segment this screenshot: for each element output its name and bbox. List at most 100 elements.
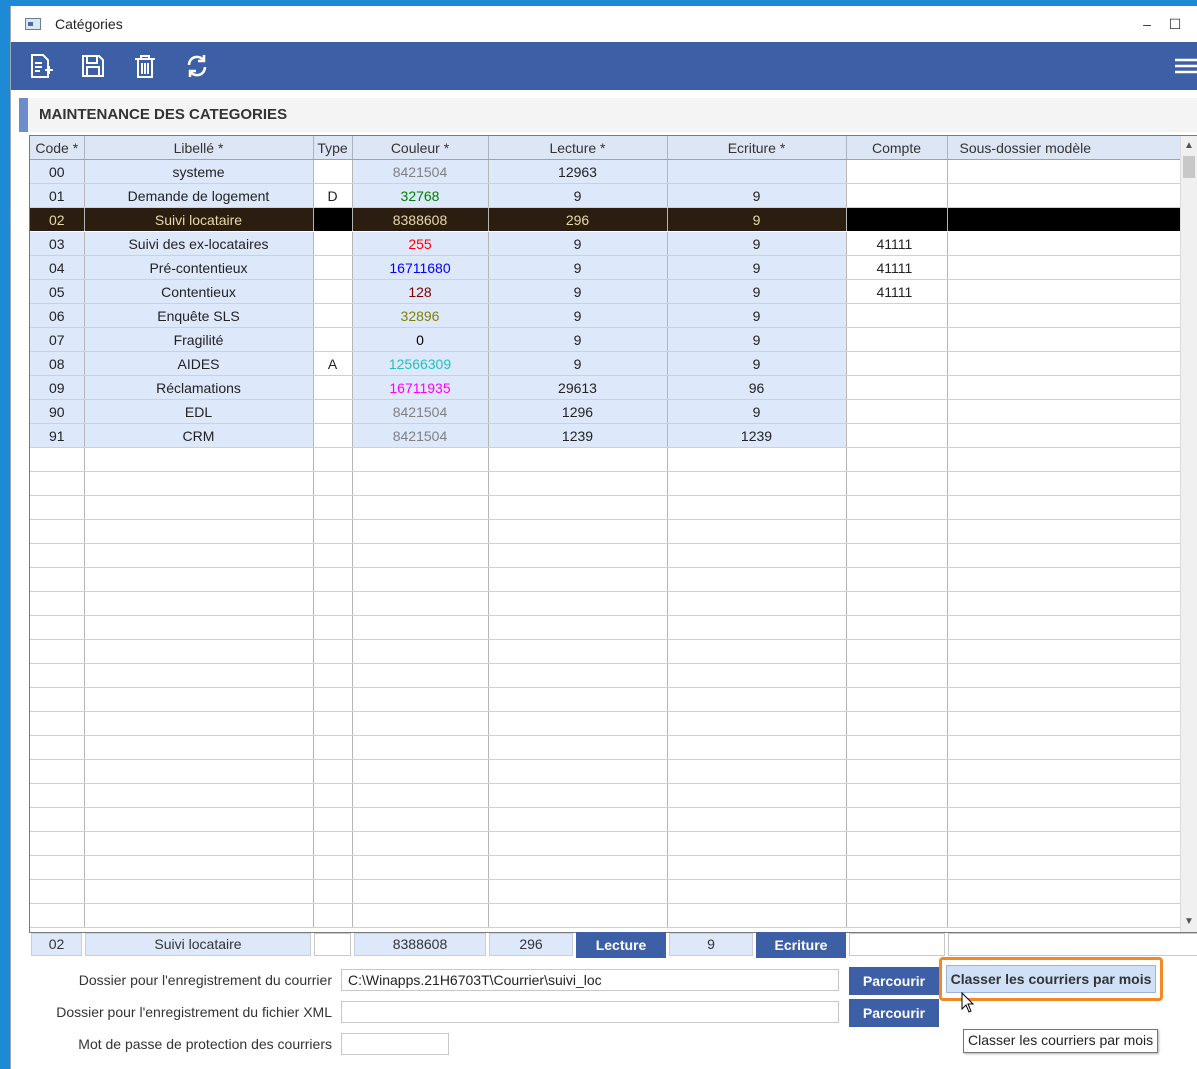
empty-cell[interactable] <box>488 615 668 640</box>
empty-cell[interactable] <box>667 447 847 472</box>
cell-libelle[interactable]: systeme <box>84 159 314 184</box>
empty-cell[interactable] <box>30 831 85 856</box>
cell-compte[interactable] <box>846 183 948 208</box>
empty-row[interactable] <box>30 903 1183 928</box>
cell-code[interactable]: 02 <box>30 207 85 232</box>
empty-cell[interactable] <box>352 543 489 568</box>
empty-cell[interactable] <box>947 687 1183 712</box>
empty-row[interactable] <box>30 855 1183 880</box>
empty-cell[interactable] <box>846 543 948 568</box>
empty-cell[interactable] <box>667 783 847 808</box>
empty-cell[interactable] <box>352 831 489 856</box>
empty-cell[interactable] <box>667 759 847 784</box>
cell-compte[interactable] <box>846 327 948 352</box>
classer-par-mois-button[interactable]: Classer les courriers par mois <box>946 965 1156 993</box>
empty-cell[interactable] <box>30 519 85 544</box>
empty-cell[interactable] <box>30 903 85 928</box>
edit-code-field[interactable]: 02 <box>31 933 82 956</box>
empty-cell[interactable] <box>30 447 85 472</box>
empty-cell[interactable] <box>488 735 668 760</box>
table-row[interactable]: 91 CRM 8421504 1239 1239 <box>30 423 1183 448</box>
cell-code[interactable]: 06 <box>30 303 85 328</box>
cell-compte[interactable]: 41111 <box>846 255 948 280</box>
cell-couleur[interactable]: 16711935 <box>352 375 489 400</box>
empty-cell[interactable] <box>488 471 668 496</box>
empty-cell[interactable] <box>30 807 85 832</box>
cell-lecture[interactable]: 9 <box>488 279 668 304</box>
empty-cell[interactable] <box>352 807 489 832</box>
cell-code[interactable]: 05 <box>30 279 85 304</box>
cell-couleur[interactable]: 8421504 <box>352 159 489 184</box>
cell-sous-dossier[interactable] <box>947 183 1183 208</box>
empty-cell[interactable] <box>84 567 314 592</box>
empty-cell[interactable] <box>84 543 314 568</box>
cell-ecriture[interactable]: 9 <box>667 183 847 208</box>
cell-couleur[interactable]: 8421504 <box>352 399 489 424</box>
cell-lecture[interactable]: 9 <box>488 303 668 328</box>
empty-cell[interactable] <box>30 879 85 904</box>
empty-cell[interactable] <box>667 471 847 496</box>
edit-couleur-field[interactable]: 8388608 <box>354 933 486 956</box>
cell-couleur[interactable]: 32896 <box>352 303 489 328</box>
cell-sous-dossier[interactable] <box>947 207 1183 232</box>
empty-cell[interactable] <box>30 687 85 712</box>
cell-ecriture[interactable]: 9 <box>667 255 847 280</box>
cell-libelle[interactable]: Enquête SLS <box>84 303 314 328</box>
empty-cell[interactable] <box>313 543 353 568</box>
empty-cell[interactable] <box>846 687 948 712</box>
empty-cell[interactable] <box>30 591 85 616</box>
cell-couleur[interactable]: 8421504 <box>352 423 489 448</box>
empty-cell[interactable] <box>352 663 489 688</box>
empty-cell[interactable] <box>84 759 314 784</box>
empty-cell[interactable] <box>313 687 353 712</box>
table-row[interactable]: 05 Contentieux 128 9 9 41111 <box>30 279 1183 304</box>
empty-cell[interactable] <box>313 615 353 640</box>
empty-cell[interactable] <box>352 687 489 712</box>
cell-lecture[interactable]: 9 <box>488 327 668 352</box>
empty-cell[interactable] <box>947 591 1183 616</box>
column-header-code[interactable]: Code * <box>30 136 85 160</box>
empty-cell[interactable] <box>313 519 353 544</box>
cell-sous-dossier[interactable] <box>947 279 1183 304</box>
empty-cell[interactable] <box>30 615 85 640</box>
cell-code[interactable]: 03 <box>30 231 85 256</box>
lecture-button[interactable]: Lecture <box>576 932 666 958</box>
empty-cell[interactable] <box>352 903 489 928</box>
cell-libelle[interactable]: Contentieux <box>84 279 314 304</box>
empty-cell[interactable] <box>313 495 353 520</box>
xml-folder-input[interactable] <box>341 1001 839 1023</box>
table-row[interactable]: 07 Fragilité 0 9 9 <box>30 327 1183 352</box>
cell-code[interactable]: 08 <box>30 351 85 376</box>
empty-cell[interactable] <box>84 807 314 832</box>
cell-libelle[interactable]: Suivi locataire <box>84 207 314 232</box>
empty-cell[interactable] <box>352 879 489 904</box>
empty-cell[interactable] <box>313 639 353 664</box>
cell-type[interactable] <box>313 279 353 304</box>
cell-sous-dossier[interactable] <box>947 255 1183 280</box>
empty-cell[interactable] <box>352 735 489 760</box>
cell-sous-dossier[interactable] <box>947 231 1183 256</box>
empty-row[interactable] <box>30 615 1183 640</box>
empty-cell[interactable] <box>846 903 948 928</box>
empty-cell[interactable] <box>84 711 314 736</box>
cell-type[interactable] <box>313 327 353 352</box>
scroll-down-icon[interactable]: ▼ <box>1181 914 1197 930</box>
column-header-type[interactable]: Type <box>313 136 353 160</box>
empty-cell[interactable] <box>30 471 85 496</box>
empty-cell[interactable] <box>667 735 847 760</box>
empty-cell[interactable] <box>488 543 668 568</box>
empty-cell[interactable] <box>846 735 948 760</box>
cell-libelle[interactable]: AIDES <box>84 351 314 376</box>
minimize-button[interactable]: – <box>1135 12 1159 36</box>
empty-cell[interactable] <box>947 543 1183 568</box>
empty-cell[interactable] <box>84 831 314 856</box>
cell-type[interactable]: D <box>313 183 353 208</box>
empty-row[interactable] <box>30 591 1183 616</box>
maximize-button[interactable]: ☐ <box>1163 12 1187 36</box>
empty-cell[interactable] <box>84 495 314 520</box>
empty-cell[interactable] <box>30 855 85 880</box>
empty-cell[interactable] <box>947 807 1183 832</box>
cell-type[interactable] <box>313 207 353 232</box>
empty-cell[interactable] <box>352 759 489 784</box>
cell-code[interactable]: 04 <box>30 255 85 280</box>
